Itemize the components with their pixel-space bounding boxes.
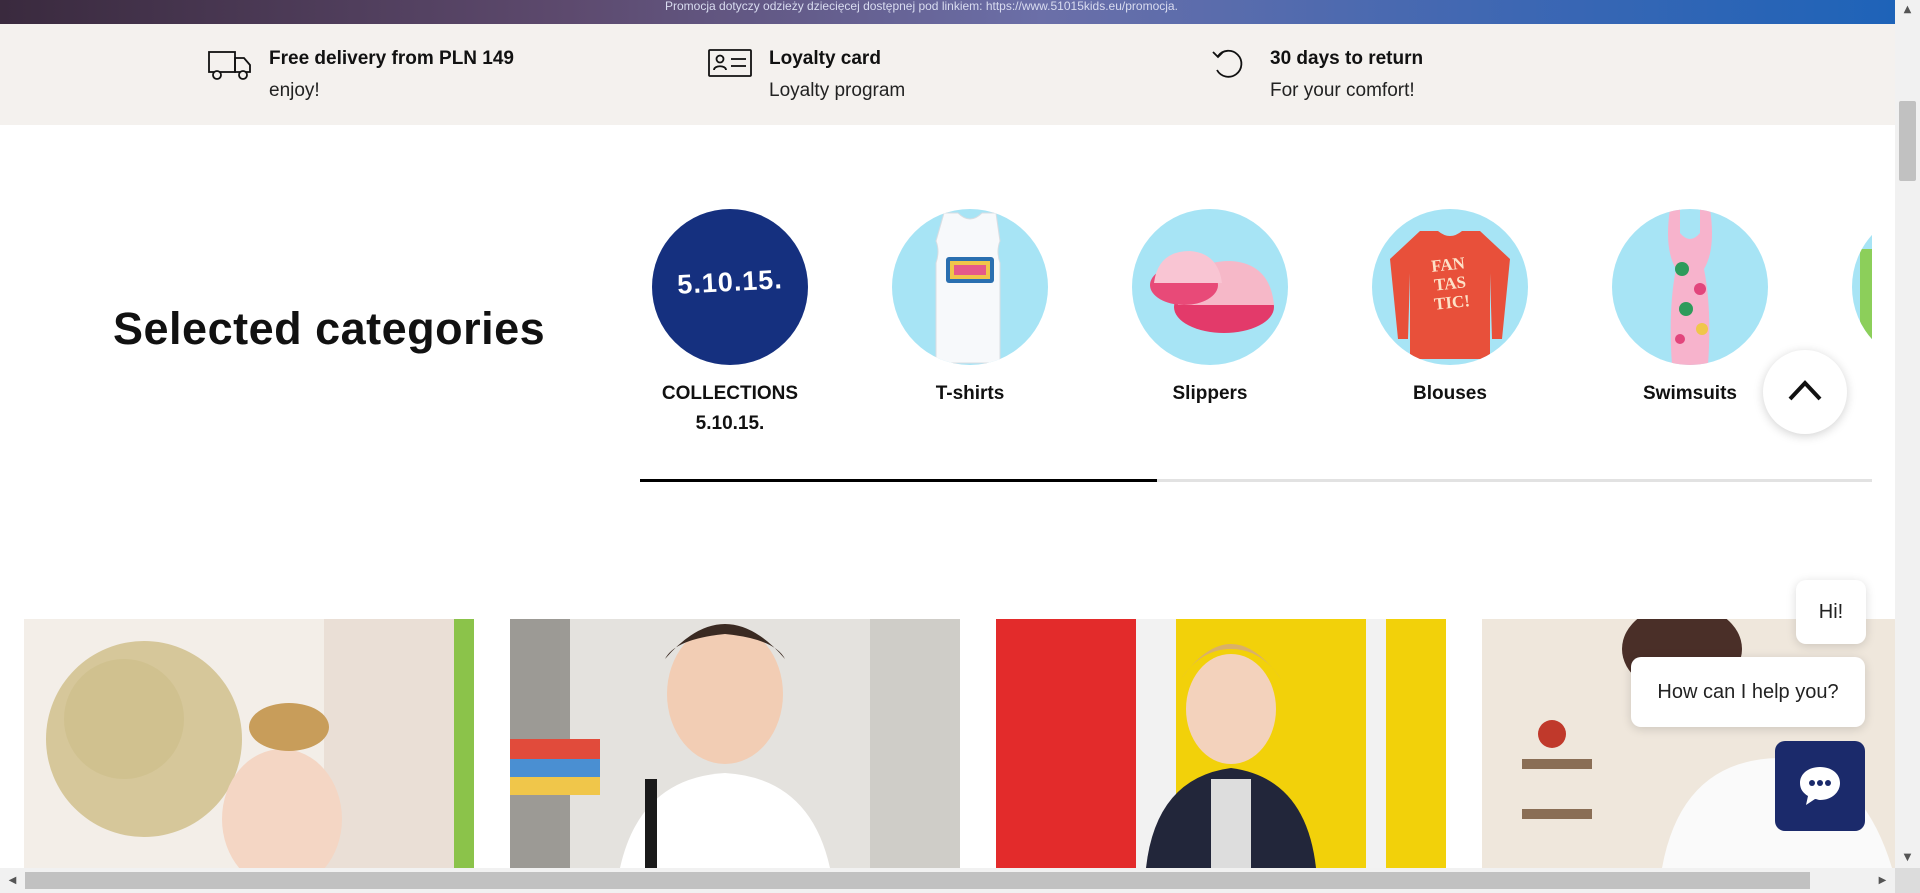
slippers-image [1132,209,1288,365]
swimsuit-image [1612,209,1768,365]
promo-text: Promocja dotyczy odzieży dziecięcej dost… [665,0,1178,13]
vertical-scroll-thumb[interactable] [1899,101,1916,181]
category-slippers[interactable]: Slippers [1120,209,1300,409]
chat-icon [1797,763,1843,813]
chat-open-button[interactable] [1775,741,1865,831]
horizontal-scroll-thumb[interactable] [25,872,1810,889]
chat-question-bubble[interactable]: How can I help you? [1631,657,1865,727]
benefits-bar: Free delivery from PLN 149 enjoy! Loyalt… [0,24,1895,125]
tshirt-image [892,209,1048,365]
category-label: Blouses [1413,383,1487,404]
horizontal-scrollbar[interactable]: ◀ ▶ [0,868,1895,893]
blouse-print-text: FAN TAS TIC! [1430,253,1471,314]
benefit-title: 30 days to return [1270,48,1424,69]
truck-icon [207,44,253,84]
scroll-to-top-button[interactable] [1763,350,1847,434]
promo-banner[interactable]: Promocja dotyczy odzieży dziecięcej dost… [0,0,1895,24]
chat-question-text: How can I help you? [1657,680,1839,703]
benefit-subtitle: For your comfort! [1270,80,1415,101]
chat-greeting-bubble[interactable]: Hi! [1796,580,1866,644]
tile-girl-with-globe[interactable] [24,619,474,868]
scroll-left-arrow-icon[interactable]: ◀ [0,868,25,893]
benefit-subtitle: Loyalty program [769,80,906,101]
next-category-image [1852,209,1872,365]
categories-carousel[interactable]: 5.10.15. COLLECTIONS 5.10.15. T-shirts S… [640,205,1872,445]
category-collections[interactable]: 5.10.15. COLLECTIONS 5.10.15. [640,209,820,439]
category-label: Swimsuits [1643,383,1737,404]
scroll-up-arrow-icon[interactable]: ▲ [1895,0,1920,20]
collections-logo-image: 5.10.15. [652,209,808,365]
category-blouses[interactable]: FAN TAS TIC! Blouses [1360,209,1540,409]
category-label: COLLECTIONS 5.10.15. [661,383,799,434]
section-title: Selected categories [113,303,546,354]
benefit-title: Free delivery from PLN 149 [269,48,514,69]
category-label: Slippers [1172,383,1248,404]
chat-greeting-text: Hi! [1818,600,1844,623]
loyalty-card-icon [707,44,753,84]
scrollbar-corner [1895,868,1920,893]
benefit-title: Loyalty card [769,48,881,69]
carousel-progress-fill [640,479,1158,482]
vertical-scrollbar[interactable]: ▲ ▼ [1895,0,1920,868]
category-swimsuits[interactable]: Swimsuits [1600,209,1780,409]
return-arrow-icon [1208,44,1254,84]
scroll-right-arrow-icon[interactable]: ▶ [1870,868,1895,893]
carousel-progress-track[interactable] [640,479,1872,482]
category-label: T-shirts [935,383,1005,404]
benefit-subtitle: enjoy! [269,80,320,101]
scroll-down-arrow-icon[interactable]: ▼ [1895,848,1920,868]
blouse-image: FAN TAS TIC! [1372,209,1528,365]
category-tshirts[interactable]: T-shirts [880,209,1060,409]
collections-logo-text: 5.10.15. [676,264,784,300]
category-next-partial[interactable] [1840,209,1872,365]
chevron-up-icon [1786,375,1824,409]
tile-boy-with-backpack[interactable] [510,619,960,868]
tile-girl-at-lockers[interactable] [996,619,1446,868]
